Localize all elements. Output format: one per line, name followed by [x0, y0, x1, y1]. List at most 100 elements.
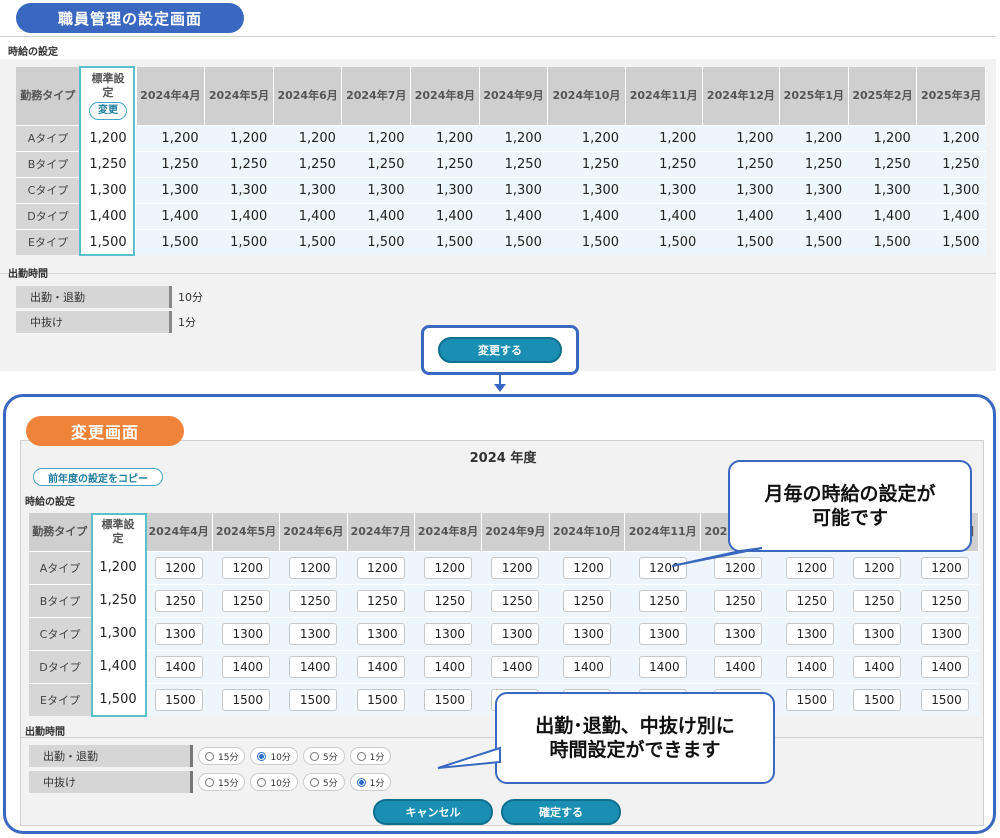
wage-input[interactable]: 1200	[222, 556, 271, 579]
wage-input[interactable]: 1200	[562, 556, 611, 579]
wage-input-cell: 1500	[414, 682, 482, 716]
wage-input[interactable]: 1200	[786, 556, 835, 579]
radio-label: 5分	[322, 752, 338, 763]
wage-input[interactable]: 1400	[424, 655, 473, 678]
cancel-button[interactable]: キャンセル	[373, 799, 493, 825]
wage-input[interactable]: 1200	[424, 556, 473, 579]
wage-input[interactable]: 1250	[491, 589, 540, 612]
month-header: 2024年10月	[549, 513, 626, 551]
wage-input[interactable]: 1200	[920, 556, 969, 579]
radio-option-3[interactable]: 1分	[349, 773, 392, 791]
wage-input[interactable]: 1300	[289, 622, 338, 645]
change-button[interactable]: 変更する	[438, 337, 562, 363]
wage-input[interactable]: 1500	[154, 688, 203, 711]
wage-input[interactable]: 1300	[424, 622, 473, 645]
wage-input-cell: 1250	[776, 583, 844, 617]
wage-input[interactable]: 1300	[853, 622, 902, 645]
wage-input[interactable]: 1500	[222, 688, 271, 711]
wage-cell: 1,200	[479, 124, 548, 151]
copy-previous-year-button[interactable]: 前年度の設定をコピー	[33, 468, 163, 486]
confirm-button[interactable]: 確定する	[501, 799, 621, 825]
wage-input-cell: 1200	[843, 550, 912, 584]
wage-input[interactable]: 1400	[562, 655, 611, 678]
wage-input[interactable]: 1300	[222, 622, 271, 645]
wage-input[interactable]: 1250	[356, 589, 405, 612]
wage-input-cell: 1250	[549, 583, 625, 617]
radio-label: 1分	[369, 752, 385, 763]
wage-cell: 1,250	[848, 150, 917, 177]
wage-input[interactable]: 1250	[786, 589, 835, 612]
wage-input[interactable]: 1400	[638, 655, 687, 678]
wage-input[interactable]: 1400	[154, 655, 203, 678]
wage-input[interactable]: 1400	[491, 655, 540, 678]
wage-input[interactable]: 1400	[786, 655, 835, 678]
wage-input[interactable]: 1400	[289, 655, 338, 678]
wage-input[interactable]: 1250	[638, 589, 687, 612]
wage-input[interactable]: 1200	[853, 556, 902, 579]
wage-input-cell: 1300	[549, 616, 625, 650]
wage-input[interactable]: 1250	[424, 589, 473, 612]
schedule-label: 出勤・退勤	[29, 745, 193, 767]
radio-option-0[interactable]: 15分	[198, 773, 246, 791]
wage-input-cell: 1200	[145, 550, 213, 584]
wage-input[interactable]: 1250	[289, 589, 338, 612]
wage-input[interactable]: 1200	[289, 556, 338, 579]
wage-input[interactable]: 1300	[920, 622, 969, 645]
wage-input[interactable]: 1500	[853, 688, 902, 711]
radio-option-0[interactable]: 15分	[198, 747, 246, 765]
wage-input[interactable]: 1250	[154, 589, 203, 612]
callout-line: 月毎の時給の設定が	[764, 483, 936, 505]
wage-cell: 1,250	[625, 150, 703, 177]
radio-option-3[interactable]: 1分	[349, 747, 392, 765]
wage-table: 勤務タイプ 標準設定 変更 2024年4月 2024年5月 2024年6月 2024年…	[16, 67, 986, 255]
wage-input[interactable]: 1250	[920, 589, 969, 612]
wage-input-cell: 1400	[145, 649, 213, 683]
radio-label: 10分	[270, 778, 291, 789]
wage-input[interactable]: 1300	[786, 622, 835, 645]
wage-input[interactable]: 1200	[491, 556, 540, 579]
wage-input[interactable]: 1400	[714, 655, 763, 678]
callout-monthly-wage: 月毎の時給の設定が 可能です	[728, 460, 972, 552]
wage-cell: 1,250	[136, 150, 205, 177]
wage-input-cell: 1200	[212, 550, 280, 584]
wage-input[interactable]: 1300	[714, 622, 763, 645]
wage-input[interactable]: 1250	[562, 589, 611, 612]
wage-input[interactable]: 1500	[424, 688, 473, 711]
radio-icon	[309, 751, 319, 761]
wage-input[interactable]: 1300	[154, 622, 203, 645]
wage-input[interactable]: 1200	[638, 556, 687, 579]
wage-input[interactable]: 1500	[920, 688, 969, 711]
wage-cell: 1,300	[848, 176, 917, 203]
month-header: 2024年11月	[624, 513, 702, 551]
wage-cell: 1,300	[410, 176, 480, 203]
month-header: 2024年10月	[547, 67, 626, 125]
wage-input[interactable]: 1250	[714, 589, 763, 612]
wage-input[interactable]: 1250	[853, 589, 902, 612]
wage-cell: 1,250	[479, 150, 548, 177]
wage-input-cell: 1500	[347, 682, 415, 716]
wage-input[interactable]: 1400	[356, 655, 405, 678]
month-header: 2025年2月	[848, 67, 918, 125]
radio-option-1[interactable]: 10分	[250, 773, 298, 791]
wage-input[interactable]: 1200	[714, 556, 763, 579]
wage-input[interactable]: 1500	[786, 688, 835, 711]
wage-input[interactable]: 1300	[562, 622, 611, 645]
wage-input[interactable]: 1500	[289, 688, 338, 711]
wage-cell: 1,250	[204, 150, 274, 177]
wage-input[interactable]: 1300	[356, 622, 405, 645]
radio-option-2[interactable]: 5分	[302, 747, 345, 765]
wage-input[interactable]: 1400	[853, 655, 902, 678]
radio-option-1[interactable]: 10分	[250, 747, 298, 765]
wage-input[interactable]: 1300	[638, 622, 687, 645]
wage-input[interactable]: 1300	[491, 622, 540, 645]
wage-input[interactable]: 1250	[222, 589, 271, 612]
wage-input[interactable]: 1200	[356, 556, 405, 579]
wage-input[interactable]: 1400	[222, 655, 271, 678]
radio-option-2[interactable]: 5分	[302, 773, 345, 791]
month-header: 2024年9月	[481, 513, 550, 551]
wage-input[interactable]: 1500	[356, 688, 405, 711]
wage-input[interactable]: 1400	[920, 655, 969, 678]
month-header: 2025年3月	[916, 67, 986, 125]
wage-input[interactable]: 1200	[154, 556, 203, 579]
wage-cell: 1,500	[410, 228, 480, 255]
